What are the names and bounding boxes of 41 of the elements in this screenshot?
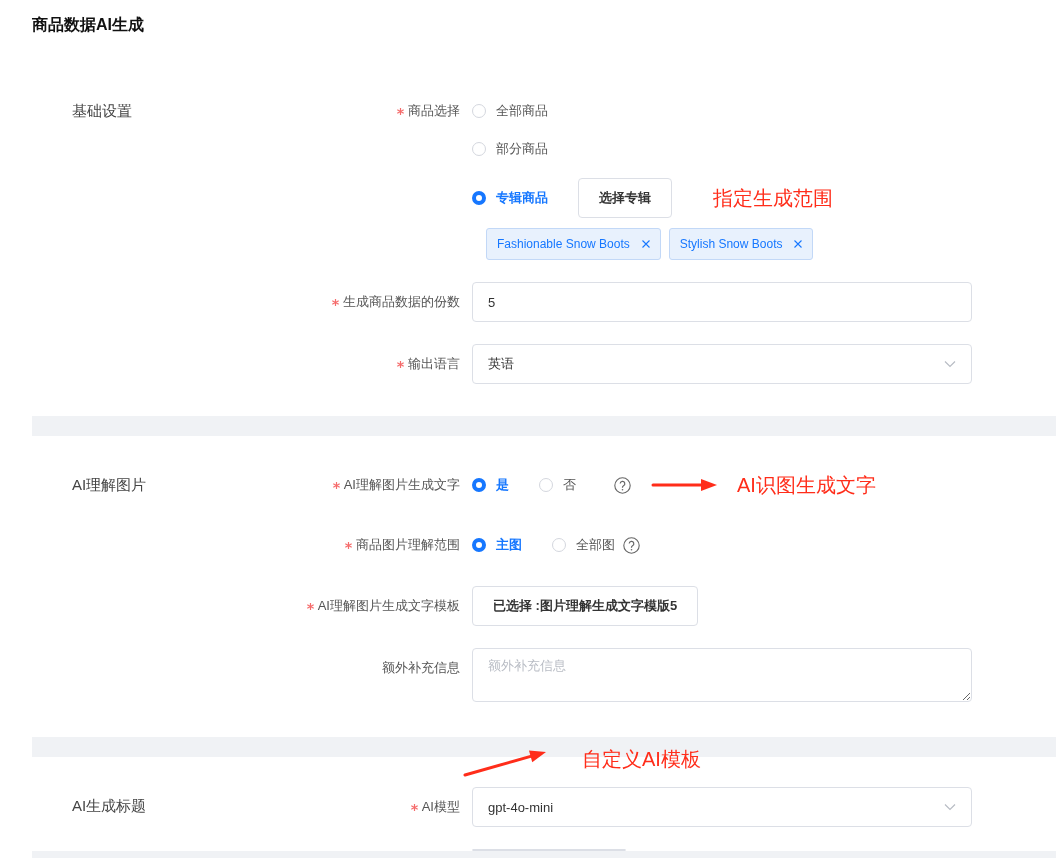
section-title: AI理解图片 xyxy=(72,476,147,493)
page-title: 商品数据AI生成 xyxy=(32,15,145,35)
close-icon[interactable] xyxy=(641,240,650,248)
radio-option[interactable]: 主图 xyxy=(472,536,522,554)
select-album-button[interactable]: 选择专辑 xyxy=(578,178,672,218)
radio-option[interactable]: 全部商品 xyxy=(472,102,548,120)
select-field[interactable]: 英语 xyxy=(472,344,972,384)
annotation-text: 指定生成范围 xyxy=(713,185,833,211)
select-value: gpt-4o-mini xyxy=(488,799,554,815)
annotation-text: AI识图生成文字 xyxy=(737,472,876,498)
field-label: 生成商品数据的份数 xyxy=(343,293,460,311)
annotation-text: 自定义AI模板 xyxy=(582,747,701,772)
close-icon[interactable] xyxy=(794,240,803,248)
template-button[interactable]: 已选择 :图片理解生成文字模版5 xyxy=(472,586,699,626)
tag-label: Fashionable Snow Boots xyxy=(497,237,630,251)
help-icon[interactable] xyxy=(623,536,640,554)
radio-option[interactable]: 专辑商品 xyxy=(472,189,548,207)
input-field[interactable]: 5 xyxy=(472,282,972,322)
tag[interactable]: Stylish Snow Boots xyxy=(668,228,814,260)
chevron-down-icon xyxy=(944,360,956,368)
help-icon[interactable] xyxy=(614,476,631,494)
section-title: 基础设置 xyxy=(72,102,132,119)
chevron-down-icon xyxy=(944,803,956,811)
section-title: AI生成标题 xyxy=(72,797,147,814)
field-label: AI理解图片生成文字模板 xyxy=(317,597,460,615)
tag-label: Stylish Snow Boots xyxy=(679,237,783,251)
field-label: AI模型 xyxy=(421,798,460,816)
select-field[interactable]: gpt-4o-mini xyxy=(472,787,972,827)
tag[interactable]: Fashionable Snow Boots xyxy=(486,228,661,260)
radio-option[interactable]: 全部图 xyxy=(552,536,615,554)
field-label: 商品图片理解范围 xyxy=(356,536,460,554)
radio-option[interactable]: 是 xyxy=(472,476,509,494)
field-label: 额外补充信息 xyxy=(382,659,460,677)
radio-option[interactable]: 否 xyxy=(539,476,576,494)
field-label: 商品选择 xyxy=(408,102,460,120)
radio-option[interactable]: 部分商品 xyxy=(472,140,548,158)
field-label: 输出语言 xyxy=(408,355,460,373)
annotation-arrow xyxy=(651,478,719,492)
field-label: AI理解图片生成文字 xyxy=(343,476,460,494)
select-value: 英语 xyxy=(488,355,514,373)
input-field[interactable]: 额外补充信息 xyxy=(472,648,972,702)
